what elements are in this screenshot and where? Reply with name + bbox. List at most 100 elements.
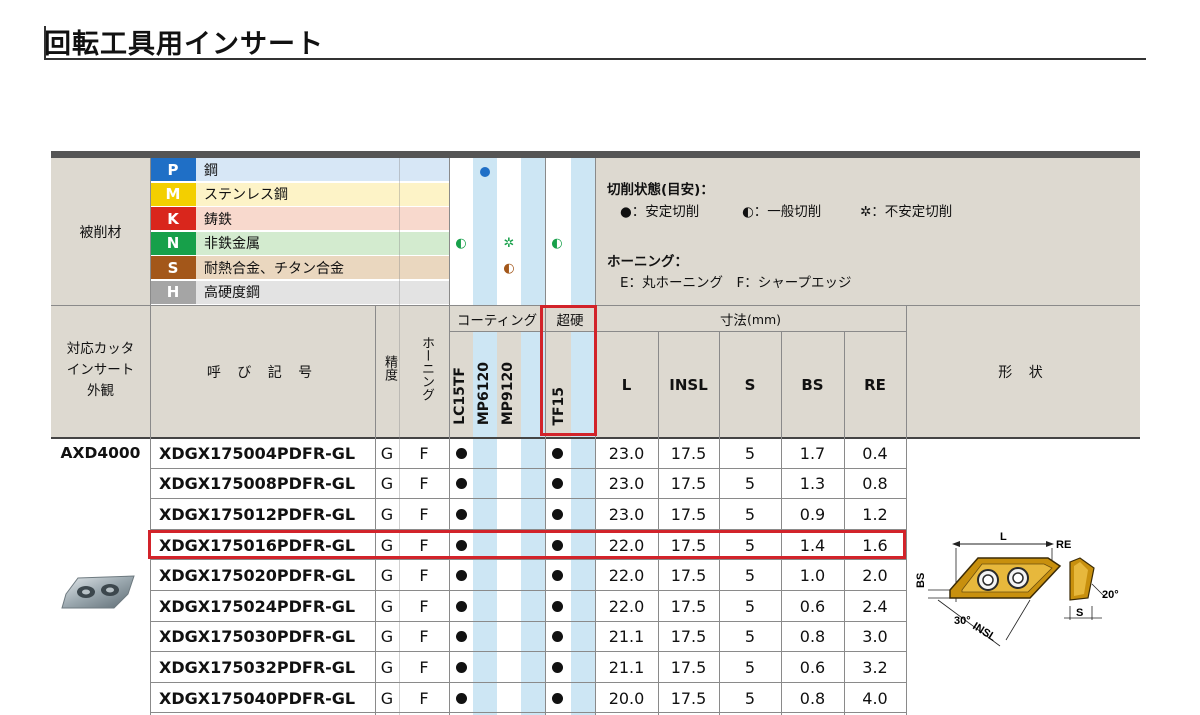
legend-general: ◐：一般切削 bbox=[742, 204, 822, 220]
diagram-bs-label: BS bbox=[915, 573, 927, 588]
table-row: XDGX175008PDFR-GL G F 23.0 17.5 5 1.3 0.8 bbox=[51, 469, 907, 500]
table-row: XDGX175004PDFR-GL G F 23.0 17.5 5 1.7 0.4 bbox=[51, 438, 907, 469]
cell-prec: G bbox=[380, 688, 394, 708]
bullet-icon bbox=[455, 570, 467, 582]
dim-header-bs: BS bbox=[801, 375, 824, 394]
dimensions-label: 寸法 bbox=[719, 313, 747, 329]
lc15tf-available-dot bbox=[449, 469, 473, 500]
cell-prec: G bbox=[380, 566, 394, 586]
bullet-icon bbox=[551, 661, 563, 673]
cell-re: 2.4 bbox=[862, 596, 888, 616]
dim-header-insl: INSL bbox=[669, 375, 708, 394]
material-name: 非鉄金属 bbox=[204, 236, 260, 252]
cell-prec: G bbox=[380, 596, 394, 616]
cell-re: 3.2 bbox=[862, 657, 888, 677]
row-divider bbox=[449, 331, 906, 332]
cell-bs: 1.3 bbox=[799, 474, 826, 494]
table-row: XDGX175032PDFR-GL G F 21.1 17.5 5 0.6 3.2 bbox=[51, 652, 907, 683]
p-mp6120-stable-dot bbox=[473, 162, 497, 182]
diagram-angle-20-label: 20° bbox=[1102, 589, 1119, 601]
diagram-insl-label: INSL bbox=[970, 620, 998, 644]
cell-code: XDGX175032PDFR-GL bbox=[159, 657, 356, 677]
dim-header-l: L bbox=[621, 375, 632, 394]
cell-hon: F bbox=[419, 627, 429, 647]
code-header: 呼 び 記 号 bbox=[206, 364, 319, 381]
s-mp9120-general-mark: ◐ bbox=[503, 260, 515, 276]
cell-hon: F bbox=[419, 474, 429, 494]
cutter-header-line3: 外観 bbox=[87, 382, 114, 399]
bullet-icon bbox=[455, 661, 467, 673]
work-material-row-p: P鋼 bbox=[150, 158, 449, 182]
bullet-icon bbox=[455, 478, 467, 490]
work-material-row-s: S 耐熱合金、チタン合金 bbox=[150, 256, 449, 280]
cell-insl: 17.5 bbox=[670, 474, 707, 494]
tf15-available-dot bbox=[545, 560, 569, 591]
cell-l: 23.0 bbox=[608, 443, 645, 463]
lc15tf-available-dot bbox=[449, 499, 473, 530]
cell-code: XDGX175004PDFR-GL bbox=[159, 443, 356, 463]
material-letter: N bbox=[150, 231, 196, 255]
cell-l: 21.1 bbox=[608, 657, 645, 677]
cell-re: 0.8 bbox=[862, 474, 888, 494]
n-lc15tf-general-mark: ◐ bbox=[455, 235, 467, 251]
cell-code: XDGX175040PDFR-GL bbox=[159, 688, 356, 708]
work-material-row-h: H 高硬度鋼 bbox=[150, 280, 449, 305]
cell-hon: F bbox=[419, 443, 429, 463]
lc15tf-available-dot bbox=[449, 591, 473, 622]
cell-prec: G bbox=[380, 443, 394, 463]
cell-insl: 17.5 bbox=[670, 657, 707, 677]
bullet-icon bbox=[551, 600, 563, 612]
cell-bs: 1.7 bbox=[799, 443, 826, 463]
honing-header: ホーニング bbox=[419, 336, 434, 401]
cutter-header-line1: 対応カッタ bbox=[66, 340, 135, 357]
title-underline bbox=[44, 58, 1146, 60]
dim-header-re: RE bbox=[864, 375, 886, 394]
tf15-available-dot bbox=[545, 683, 569, 714]
cell-s: 5 bbox=[744, 596, 756, 616]
lc15tf-available-dot bbox=[449, 652, 473, 683]
cell-bs: 0.8 bbox=[799, 688, 826, 708]
bullet-icon bbox=[455, 508, 467, 520]
dimensions-unit: (mm) bbox=[746, 311, 782, 327]
cell-re: 1.2 bbox=[862, 504, 888, 524]
cell-code: XDGX175020PDFR-GL bbox=[159, 566, 356, 586]
diagram-angle-30-label: 30° bbox=[954, 615, 971, 627]
dim-header-s: S bbox=[744, 375, 756, 394]
cell-bs: 0.6 bbox=[799, 657, 826, 677]
material-letter: P bbox=[150, 158, 196, 181]
bullet-icon bbox=[455, 631, 467, 643]
cell-code: XDGX175008PDFR-GL bbox=[159, 474, 356, 494]
table-row: XDGX175012PDFR-GL G F 23.0 17.5 5 0.9 1.2 bbox=[51, 499, 907, 530]
n-mp9120-unstable-mark: ✲ bbox=[503, 235, 515, 251]
honing-title: ホーニング： bbox=[607, 254, 688, 270]
cutting-condition-title: 切削状態(目安)： bbox=[607, 182, 714, 198]
lc15tf-available-dot bbox=[449, 560, 473, 591]
tf15-available-dot bbox=[545, 469, 569, 500]
cell-l: 23.0 bbox=[608, 474, 645, 494]
cell-re: 2.0 bbox=[862, 566, 888, 586]
cell-s: 5 bbox=[744, 688, 756, 708]
cell-s: 5 bbox=[744, 566, 756, 586]
material-name: 高硬度鋼 bbox=[204, 285, 260, 301]
honing-description: E：丸ホーニング F：シャープエッジ bbox=[620, 275, 852, 291]
table-row: XDGX175024PDFR-GL G F 22.0 17.5 5 0.6 2.4 bbox=[51, 591, 907, 622]
diagram-l-label: L bbox=[1000, 531, 1007, 543]
cell-code: XDGX175024PDFR-GL bbox=[159, 596, 356, 616]
table-row: XDGX175040PDFR-GL G F 20.0 17.5 5 0.8 4.0 bbox=[51, 683, 907, 714]
cell-insl: 17.5 bbox=[670, 566, 707, 586]
bullet-icon bbox=[551, 447, 563, 459]
bullet-icon bbox=[551, 478, 563, 490]
tf15-available-dot bbox=[545, 591, 569, 622]
lc15tf-available-dot bbox=[449, 622, 473, 653]
material-letter: M bbox=[150, 182, 196, 206]
diagram-s-label: S bbox=[1076, 607, 1083, 619]
shape-header: 形 状 bbox=[998, 364, 1049, 381]
material-letter: S bbox=[150, 256, 196, 279]
cell-insl: 17.5 bbox=[670, 688, 707, 708]
bullet-icon bbox=[455, 600, 467, 612]
cutter-header-line2: インサート bbox=[66, 361, 135, 378]
tf15-highlight-box bbox=[540, 305, 597, 436]
dimensions-header: 寸法 (mm) bbox=[595, 306, 906, 332]
cell-l: 23.0 bbox=[608, 504, 645, 524]
cell-prec: G bbox=[380, 627, 394, 647]
